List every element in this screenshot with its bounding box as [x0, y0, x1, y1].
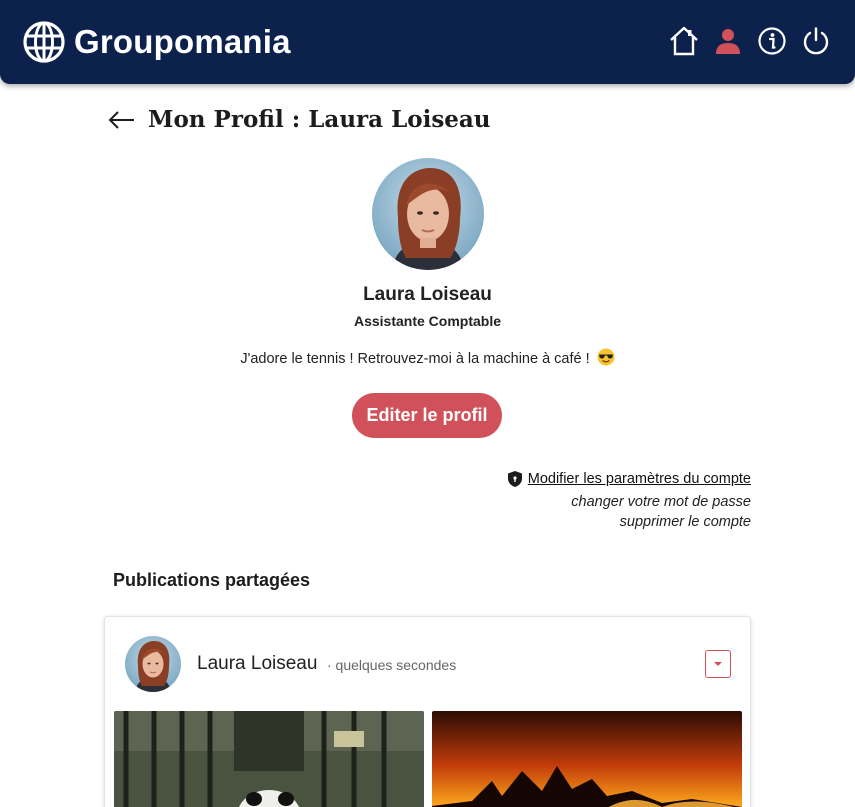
caret-down-icon	[714, 662, 722, 666]
back-arrow-icon[interactable]	[108, 110, 136, 130]
account-links: Modifier les paramètres du compte change…	[507, 470, 751, 530]
brand[interactable]: Groupomania	[22, 20, 291, 64]
forest-fire-image[interactable]	[432, 711, 742, 807]
post-author-avatar[interactable]	[125, 636, 181, 692]
top-navbar: Groupomania	[0, 0, 855, 84]
profile-avatar	[372, 158, 484, 270]
account-settings-link[interactable]: Modifier les paramètres du compte	[528, 471, 751, 487]
profile-bio: J'adore le tennis ! Retrouvez-moi à la m…	[0, 348, 855, 367]
user-icon[interactable]	[711, 24, 745, 58]
brand-name: Groupomania	[74, 23, 291, 60]
post-timestamp: · quelques secondes	[327, 657, 457, 673]
page-title: Mon Profil : Laura Loiseau	[148, 106, 491, 133]
sunglasses-emoji-icon	[597, 348, 615, 366]
shield-icon	[507, 471, 522, 487]
account-settings-row: Modifier les paramètres du compte	[507, 470, 751, 488]
profile-bio-text: J'adore le tennis ! Retrouvez-moi à la m…	[240, 351, 590, 367]
publications-title: Publications partagées	[113, 570, 311, 590]
change-password-link[interactable]: changer votre mot de passe	[507, 494, 751, 510]
home-icon[interactable]	[667, 24, 701, 58]
power-icon[interactable]	[799, 24, 833, 58]
page-header: Mon Profil : Laura Loiseau	[108, 106, 491, 133]
post-options-button[interactable]	[705, 650, 731, 678]
post-card: Laura Loiseau · quelques secondes	[104, 616, 751, 807]
globe-icon	[23, 21, 65, 63]
profile-name: Laura Loiseau	[363, 284, 492, 305]
nav-icons	[657, 24, 833, 58]
profile-job-title: Assistante Comptable	[353, 313, 502, 329]
panda-image[interactable]	[114, 711, 424, 807]
edit-profile-button[interactable]: Editer le profil	[352, 393, 502, 438]
info-icon[interactable]	[755, 24, 789, 58]
post-author-name[interactable]: Laura Loiseau	[197, 653, 317, 675]
delete-account-link[interactable]: supprimer le compte	[507, 514, 751, 530]
